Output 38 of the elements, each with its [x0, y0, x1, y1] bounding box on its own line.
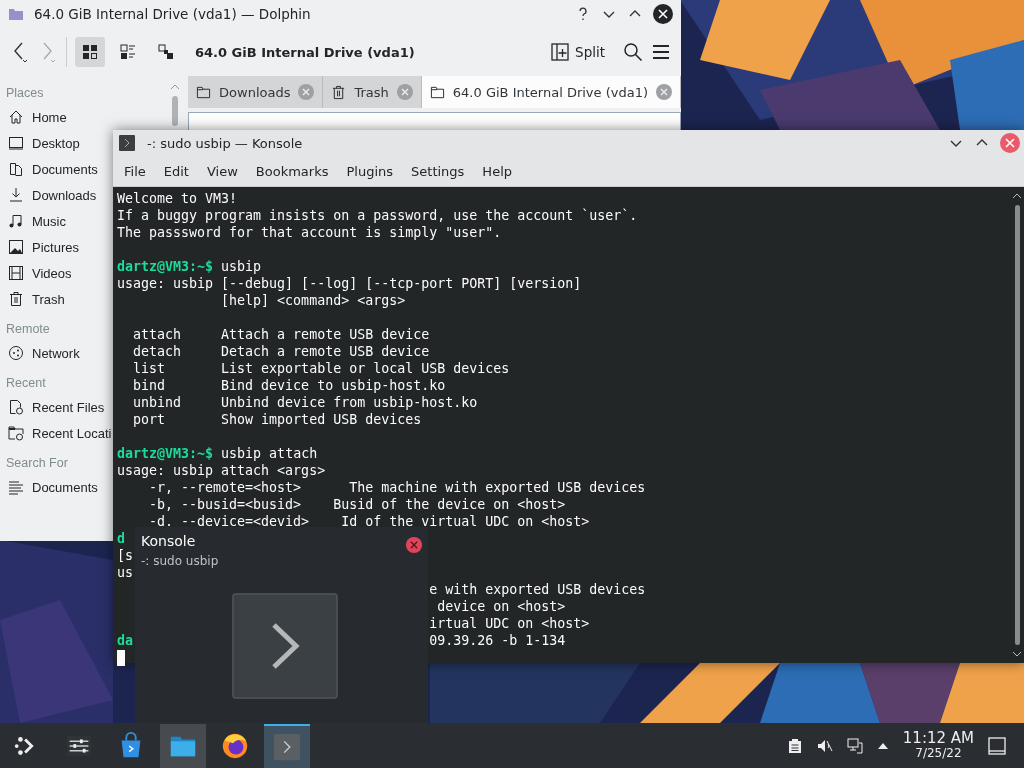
notification-text: -: sudo usbip — [141, 554, 219, 568]
shell-prompt: dartz@VM3:~$ — [117, 445, 214, 462]
terminal-text: irtual UDC on <host> — [428, 615, 590, 632]
terminal-text: -b, --busid=<busid> Busid of the device on <host> — [148, 496, 566, 513]
terminal-text: device on <host> — [436, 598, 566, 615]
terminal-text: e with exported USB devices — [428, 581, 646, 598]
terminal-text: list List exportable or local USB devices — [132, 360, 510, 377]
terminal-text: detach Detach a remote USB device — [132, 343, 430, 360]
date-text: 7/25/22 — [915, 747, 962, 760]
shell-prompt: dartz@VM3:~$ — [117, 258, 214, 275]
terminal-text: port Show imported USB devices — [132, 411, 422, 428]
notification-title: Konsole — [141, 533, 196, 549]
terminal-text: -r, --remote=<host> The machine with exported USB devices — [148, 479, 646, 496]
section-heading: Places — [6, 85, 44, 100]
terminal-text: attach Attach a remote USB device — [132, 326, 430, 343]
terminal-text: If a buggy program insists on a password, use the account `user`. — [117, 207, 638, 224]
terminal-text: Welcome to VM3! — [117, 190, 238, 207]
terminal-text: unbind Unbind device from usbip-host.ko — [132, 394, 478, 411]
shell-prompt: da — [117, 632, 133, 649]
window-title: -: sudo usbip — Konsole — [147, 135, 304, 151]
section-heading: Search For — [6, 455, 68, 470]
shell-prompt: d — [117, 530, 125, 547]
terminal-text: us — [117, 564, 133, 581]
terminal-text: usage: usbip [--debug] [--log] [--tcp-port PORT] [version] — [117, 275, 582, 292]
section-heading: Recent — [6, 375, 46, 390]
terminal-text: usage: usbip attach <args> — [117, 462, 326, 479]
terminal-text: 09.39.26 -b 1-134 — [428, 632, 566, 649]
time-text: 11:12 AM — [902, 731, 974, 748]
terminal-text: [s — [117, 547, 133, 564]
section-heading: Remote — [6, 321, 50, 336]
terminal-text: usbip attach — [220, 445, 318, 462]
window-title: 64.0 GiB Internal Drive (vda1) — Dolphin — [34, 6, 312, 22]
terminal-text: [help] <command> <args> — [220, 292, 406, 309]
terminal-text: bind Bind device to usbip-host.ko — [132, 377, 446, 394]
location-label: 64.0 GiB Internal Drive (vda1) — [195, 44, 416, 60]
terminal-text: -d. --device=<devid> Id of the virtual UDC on <host> — [148, 513, 590, 530]
terminal-text: usbip — [220, 258, 262, 275]
terminal-text: The passsword for that account is simply "user". — [117, 224, 502, 241]
